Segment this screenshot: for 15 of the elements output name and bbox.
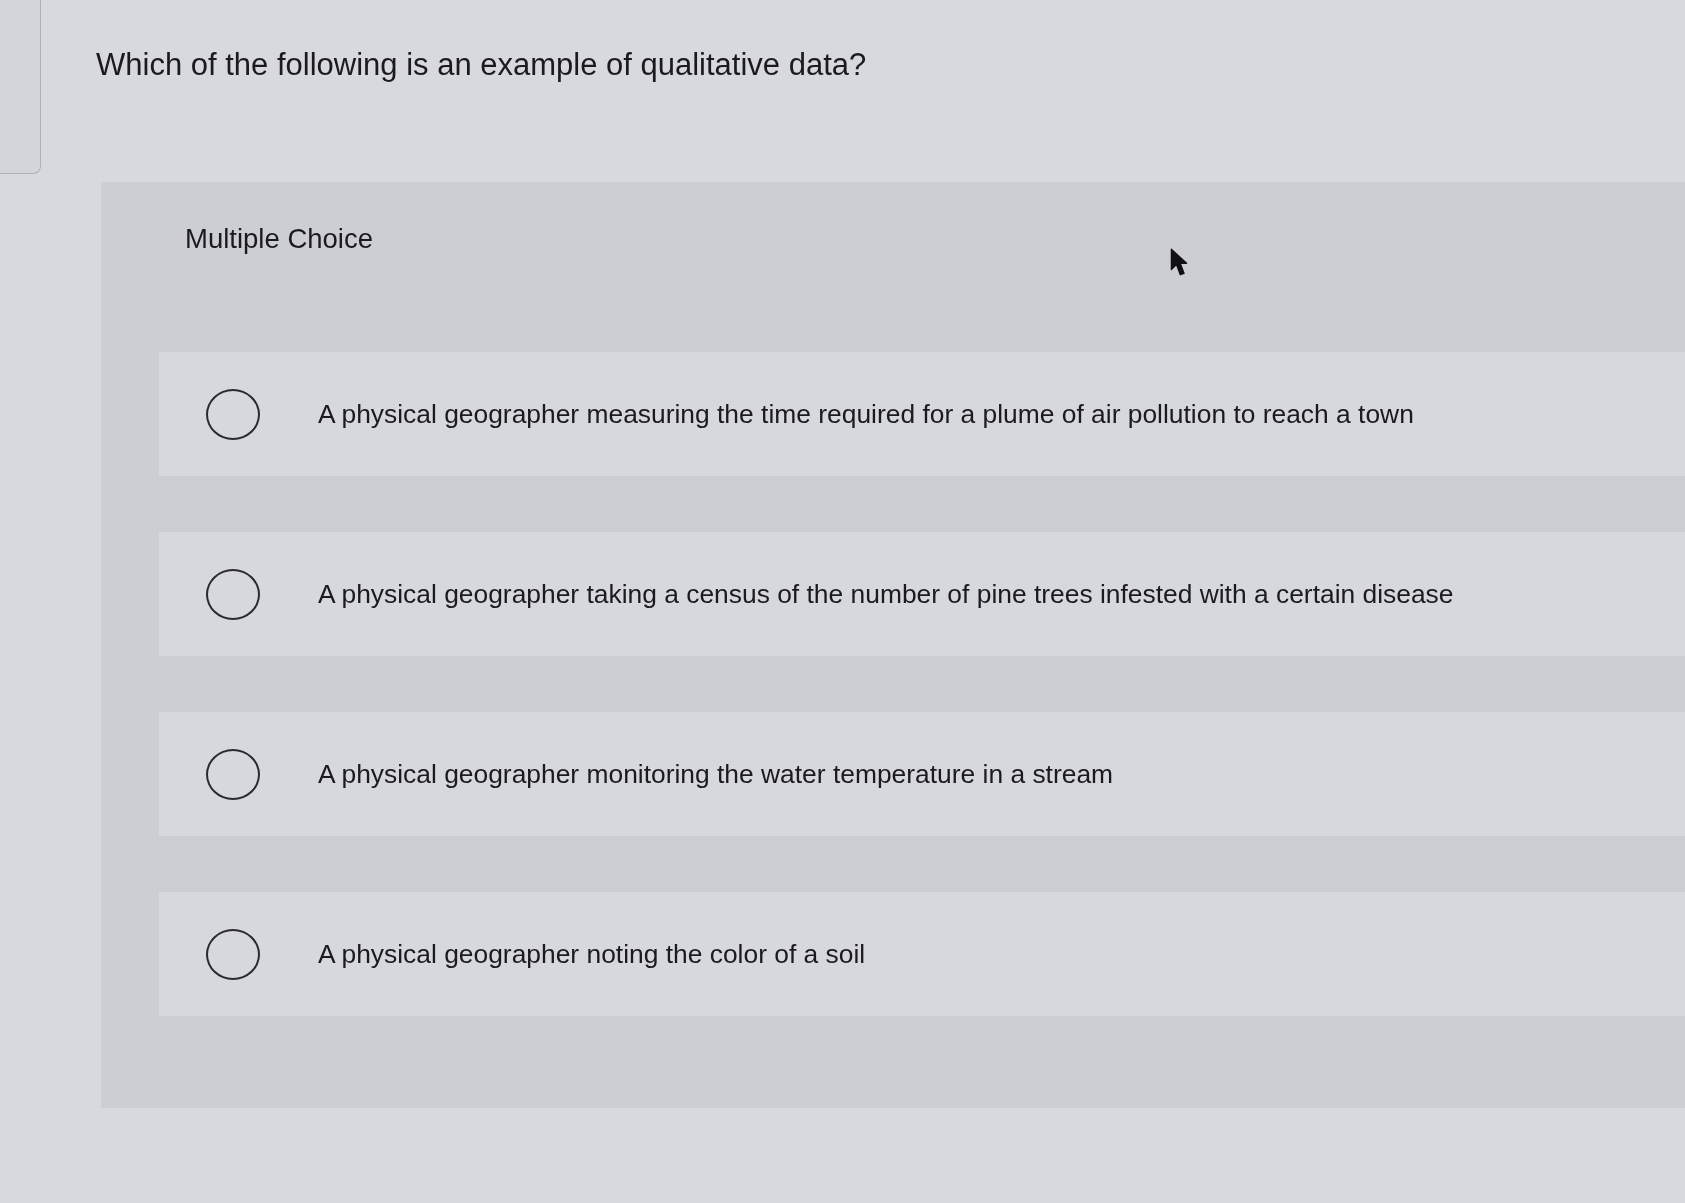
option-text: A physical geographer monitoring the water temperature in a stream bbox=[318, 758, 1114, 790]
answer-option[interactable]: A physical geographer taking a census of the number of pine trees infested with a certain disease bbox=[159, 532, 1685, 656]
option-text: A physical geographer noting the color of a soil bbox=[318, 938, 866, 970]
radio-button[interactable] bbox=[206, 748, 260, 800]
cursor-icon bbox=[1170, 248, 1188, 276]
radio-button[interactable] bbox=[206, 568, 260, 620]
answer-option[interactable]: A physical geographer monitoring the water temperature in a stream bbox=[159, 712, 1685, 836]
question-text: Which of the following is an example of qualitative data? bbox=[96, 46, 867, 84]
option-text: A physical geographer measuring the time required for a plume of air pollution to reach a town bbox=[318, 398, 1414, 430]
option-text: A physical geographer taking a census of the number of pine trees infested with a certain disease bbox=[318, 578, 1454, 610]
radio-button[interactable] bbox=[206, 928, 260, 980]
radio-button[interactable] bbox=[206, 388, 260, 440]
answer-option[interactable]: A physical geographer noting the color of a soil bbox=[159, 892, 1685, 1016]
question-type-label: Multiple Choice bbox=[185, 222, 373, 256]
answer-option[interactable]: A physical geographer measuring the time required for a plume of air pollution to reach a town bbox=[159, 352, 1685, 476]
